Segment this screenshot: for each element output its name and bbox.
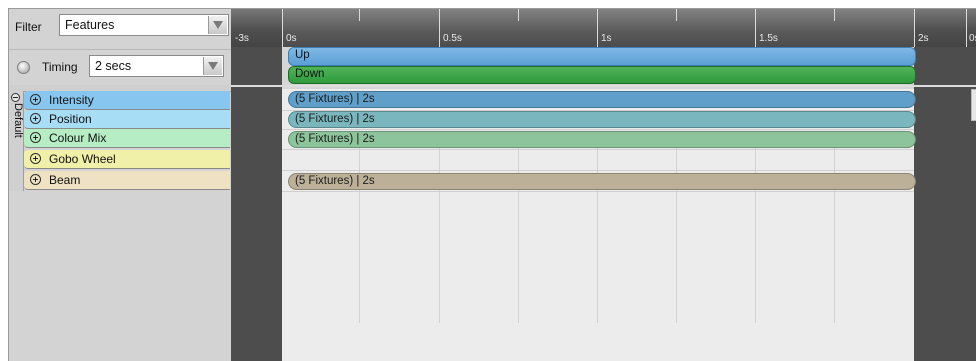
transition-up-label: Up [295, 49, 310, 61]
expand-icon[interactable] [30, 94, 41, 105]
track-divider [282, 149, 914, 150]
transition-down-label: Down [295, 68, 325, 80]
ruler-tick [755, 9, 756, 47]
ruler-label: 0s [286, 33, 297, 44]
timing-label: Timing [42, 60, 78, 74]
transition-up-bar[interactable]: Up [288, 47, 916, 66]
clip-label: (5 Fixtures) | 2s [295, 133, 375, 145]
time-ruler[interactable]: -3s 0s 0.5s 1s 1.5s 2s 0s [231, 9, 976, 47]
ruler-tick [834, 9, 835, 21]
grid-line [597, 139, 598, 323]
group-label: Default [12, 103, 24, 138]
post-roll-area [914, 47, 976, 361]
timing-row: Timing 2 secs [9, 49, 231, 86]
track-divider [282, 129, 914, 130]
filter-value: Features [65, 18, 115, 32]
clip-beam[interactable]: (5 Fixtures) | 2s [288, 173, 916, 190]
filter-row: Filter Features [9, 9, 231, 47]
ruler-label: 0s [969, 33, 976, 44]
ruler-label: 0.5s [443, 33, 462, 44]
ruler-label: 1.5s [759, 33, 778, 44]
feature-row-gobo-wheel[interactable]: Gobo Wheel [24, 150, 230, 169]
grid-line [755, 139, 756, 323]
vertical-scrollbar[interactable] [971, 89, 976, 121]
feature-row-colour-mix[interactable]: Colour Mix [24, 129, 230, 148]
chevron-down-icon[interactable] [203, 57, 222, 75]
feature-name: Position [49, 112, 92, 126]
expand-icon[interactable] [30, 174, 41, 185]
feature-name: Beam [49, 173, 81, 187]
ruler-label: 2s [918, 33, 929, 44]
grid-line [834, 139, 835, 323]
clip-label: (5 Fixtures) | 2s [295, 113, 375, 125]
ruler-active-range [282, 9, 914, 47]
timeline-editor: Filter Features Timing 2 secs Default In… [8, 8, 976, 361]
ruler-tick [597, 9, 598, 47]
separator [231, 85, 976, 87]
ruler-tick [676, 9, 677, 21]
feature-name: Intensity [49, 93, 94, 107]
collapse-icon[interactable] [11, 93, 20, 102]
timing-dropdown[interactable]: 2 secs [89, 55, 224, 77]
clip-colour-mix[interactable]: (5 Fixtures) | 2s [288, 131, 916, 148]
clip-intensity[interactable]: (5 Fixtures) | 2s [288, 91, 916, 108]
feature-row-position[interactable]: Position [24, 110, 230, 129]
ruler-tick [518, 9, 519, 21]
ruler-tick [439, 9, 440, 47]
chevron-down-icon[interactable] [208, 16, 227, 34]
clip-label: (5 Fixtures) | 2s [295, 93, 375, 105]
clip-position[interactable]: (5 Fixtures) | 2s [288, 111, 916, 128]
timing-radio-icon[interactable] [17, 61, 30, 74]
clip-label: (5 Fixtures) | 2s [295, 175, 375, 187]
grid-line [359, 139, 360, 323]
track-divider [282, 191, 914, 192]
expand-icon[interactable] [30, 153, 41, 164]
expand-icon[interactable] [30, 113, 41, 124]
grid-line [676, 139, 677, 323]
left-panel: Filter Features Timing 2 secs Default In… [9, 9, 231, 361]
ruler-tick [282, 9, 283, 47]
ruler-tick [359, 9, 360, 21]
timing-value: 2 secs [95, 59, 132, 73]
filter-label: Filter [15, 20, 42, 34]
timeline[interactable]: -3s 0s 0.5s 1s 1.5s 2s 0s Up Down [231, 9, 976, 361]
grid-line [439, 139, 440, 323]
expand-icon[interactable] [30, 132, 41, 143]
track-divider [282, 170, 914, 171]
feature-name: Colour Mix [49, 131, 107, 145]
filter-dropdown[interactable]: Features [59, 14, 229, 36]
ruler-label: -3s [235, 33, 249, 44]
pre-roll-area [231, 47, 282, 361]
feature-name: Gobo Wheel [49, 152, 116, 166]
feature-row-intensity[interactable]: Intensity [24, 91, 230, 110]
transition-down-bar[interactable]: Down [288, 66, 916, 84]
feature-row-beam[interactable]: Beam [24, 171, 230, 190]
grid-line [518, 139, 519, 323]
ruler-label: 1s [601, 33, 612, 44]
ruler-tick [966, 9, 967, 47]
ruler-tick [914, 9, 915, 47]
